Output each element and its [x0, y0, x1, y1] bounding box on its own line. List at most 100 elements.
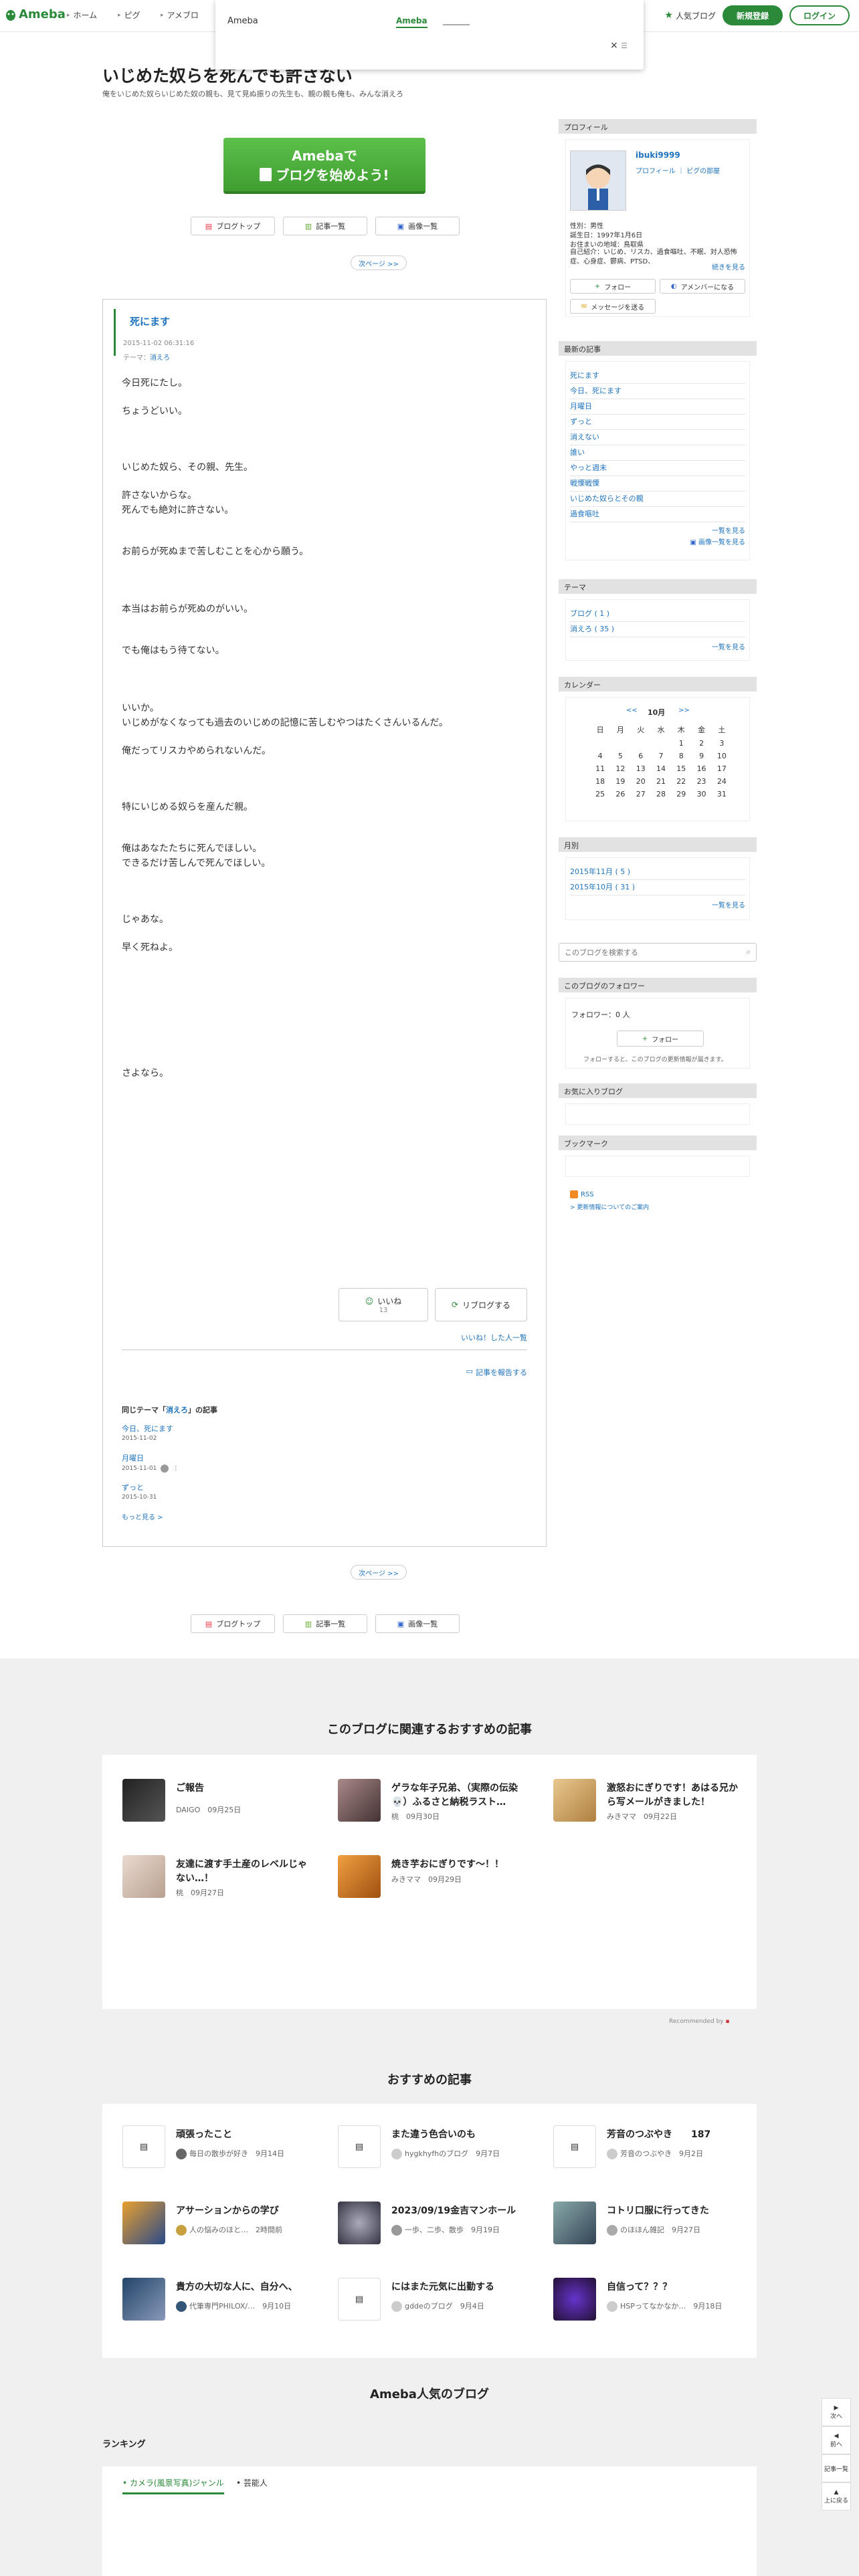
calendar-day[interactable]: 15	[671, 764, 691, 773]
related-thumb[interactable]	[122, 1855, 165, 1898]
calendar-day[interactable]: 8	[671, 752, 691, 760]
more-link[interactable]: もっと見る >	[122, 1511, 163, 1521]
recent-item[interactable]: 死にます	[570, 368, 745, 384]
more-dots-icon[interactable]: ⋮	[173, 1465, 179, 1472]
calendar-day[interactable]: 23	[691, 777, 711, 786]
follow-button[interactable]: + フォロー	[570, 279, 656, 294]
calendar-day[interactable]: 18	[590, 777, 610, 786]
archive-item[interactable]: 2015年11月 ( 5 )	[570, 865, 745, 880]
calendar-day[interactable]: 30	[691, 790, 711, 798]
rss-link[interactable]: RSS	[570, 1190, 594, 1198]
calendar-day[interactable]: 31	[712, 790, 732, 798]
osusume-thumb[interactable]	[122, 2278, 165, 2321]
doc-icon[interactable]: ▤	[553, 2125, 596, 2168]
nav-ameblo[interactable]: ▸ アメブロ	[161, 9, 199, 21]
start-blog-banner[interactable]: Amebaで ブログを始めよう!	[223, 138, 425, 194]
calendar-day[interactable]: 24	[712, 777, 732, 786]
recent-item[interactable]: 消えない	[570, 430, 745, 445]
blog-top-button-bottom[interactable]: ▤ ブログトップ	[191, 1614, 275, 1633]
calendar-day[interactable]: 12	[610, 764, 630, 773]
recent-more-link[interactable]: 一覧を見る	[570, 525, 745, 535]
related-thumb[interactable]	[338, 1779, 381, 1822]
related-title[interactable]: ご報告	[176, 1782, 310, 1796]
osusume-thumb[interactable]	[338, 2202, 381, 2244]
info-icon[interactable]	[161, 1465, 169, 1473]
osusume-title[interactable]: また違う色合いのも	[391, 2128, 525, 2142]
signup-button[interactable]: 新規登録	[723, 5, 783, 25]
calendar-day[interactable]: 16	[691, 764, 711, 773]
doc-icon[interactable]: ▤	[338, 2125, 381, 2168]
popup-menu-icon[interactable]: ☰	[621, 41, 628, 50]
blog-search-input[interactable]	[559, 944, 733, 961]
ameba-logo[interactable]: Ameba	[5, 7, 66, 21]
recent-item[interactable]: ずっと	[570, 415, 745, 430]
report-link[interactable]: ▭ 記事を報告する	[466, 1367, 527, 1378]
osusume-title[interactable]: 芳音のつぶやき 187	[607, 2128, 741, 2142]
osusume-thumb[interactable]	[122, 2202, 165, 2244]
entry-list-button-bottom[interactable]: ▥ 記事一覧	[283, 1614, 367, 1633]
osusume-title[interactable]: アサーションからの学び	[176, 2204, 310, 2218]
calendar-day[interactable]: 28	[651, 790, 671, 798]
calendar-day[interactable]: 25	[590, 790, 610, 798]
same-theme-name[interactable]: 消えろ	[166, 1406, 188, 1414]
calendar-day[interactable]: 1	[671, 739, 691, 748]
nav-home[interactable]: ▸ ホーム	[67, 9, 97, 21]
theme-link[interactable]: 消えろ	[150, 354, 170, 362]
liked-by-link[interactable]: いいね！した人一覧	[461, 1332, 527, 1343]
theme-item[interactable]: 消えろ ( 35 )	[570, 622, 745, 637]
calendar-day[interactable]: 9	[691, 752, 711, 760]
image-list-button-bottom[interactable]: ▣ 画像一覧	[375, 1614, 460, 1633]
calendar-day[interactable]: 10	[712, 752, 732, 760]
blog-top-button[interactable]: ▤ ブログトップ	[191, 217, 275, 235]
followers-follow-button[interactable]: + フォロー	[617, 1031, 704, 1047]
related-title[interactable]: 激怒おにぎりです！あはる兄から写メールがきました！	[607, 1782, 741, 1810]
osusume-title[interactable]: にはまた元気に出勤する	[391, 2280, 525, 2294]
calendar-day[interactable]: 13	[631, 764, 651, 773]
nav-pigg[interactable]: ▸ ピグ	[118, 9, 140, 21]
recent-images-link[interactable]: ▣ 画像一覧を見る	[570, 536, 745, 546]
calendar-day[interactable]: 19	[610, 777, 630, 786]
calendar-day[interactable]: 11	[590, 764, 610, 773]
related-title[interactable]: 友達に渡す手土産のレベルじゃない…！	[176, 1858, 310, 1886]
theme-item[interactable]: ブログ ( 1 )	[570, 607, 745, 622]
article-title[interactable]: 死にます	[130, 314, 170, 328]
recent-item[interactable]: 過食嘔吐	[570, 507, 745, 522]
calendar-day[interactable]: 20	[631, 777, 651, 786]
calendar-day[interactable]: 21	[651, 777, 671, 786]
search-icon[interactable]: ⌕	[746, 947, 751, 957]
amember-button[interactable]: ◐ アメンバーになる	[660, 279, 745, 294]
login-button[interactable]: ログイン	[789, 5, 850, 25]
popup-close-button[interactable]: ×	[610, 40, 618, 51]
popular-blog-link[interactable]: ★ 人気ブログ	[664, 10, 716, 21]
popup-link[interactable]: Ameba	[396, 16, 427, 28]
related-title[interactable]: 焼き芋おにぎりです～！！	[391, 1858, 525, 1872]
next-page-link[interactable]: 次ページ >>	[351, 255, 407, 270]
recent-item[interactable]: いじめた奴らとその親	[570, 492, 745, 507]
doc-icon[interactable]: ▤	[122, 2125, 165, 2168]
related-title[interactable]: ゲラな年子兄弟、（実際の伝染💀）ふるさと納税ラスト…	[391, 1782, 525, 1810]
reblog-button[interactable]: ⟳ リブログする	[435, 1288, 527, 1321]
calendar-day[interactable]: 4	[590, 752, 610, 760]
related-entry-title[interactable]: 今日、死にます	[122, 1423, 173, 1434]
read-more-link[interactable]: 続きを見る	[712, 261, 745, 272]
calendar-day[interactable]: 7	[651, 752, 671, 760]
calendar-day[interactable]: 27	[631, 790, 651, 798]
message-button[interactable]: ✉ メッセージを送る	[570, 299, 656, 314]
recent-item[interactable]: 誰い	[570, 445, 745, 461]
calendar-day[interactable]: 6	[631, 752, 651, 760]
float-prev-button[interactable]: ◀ 前へ	[822, 2426, 851, 2454]
calendar-next[interactable]: >>	[678, 707, 690, 714]
float-top-button[interactable]: ▲ 上に戻る	[822, 2482, 851, 2510]
recent-item[interactable]: やっと週末	[570, 461, 745, 476]
related-entry-title[interactable]: 月曜日	[122, 1453, 144, 1463]
related-thumb[interactable]	[122, 1779, 165, 1822]
recent-item[interactable]: 戦慄戦慄	[570, 476, 745, 492]
archive-item[interactable]: 2015年10月 ( 31 )	[570, 880, 745, 895]
calendar-day[interactable]: 22	[671, 777, 691, 786]
calendar-day[interactable]: 17	[712, 764, 732, 773]
theme-more-link[interactable]: 一覧を見る	[570, 641, 745, 651]
osusume-thumb[interactable]	[553, 2278, 596, 2321]
doc-icon[interactable]: ▤	[338, 2278, 381, 2321]
avatar[interactable]	[570, 150, 626, 211]
float-next-button[interactable]: ▶ 次へ	[822, 2398, 851, 2426]
